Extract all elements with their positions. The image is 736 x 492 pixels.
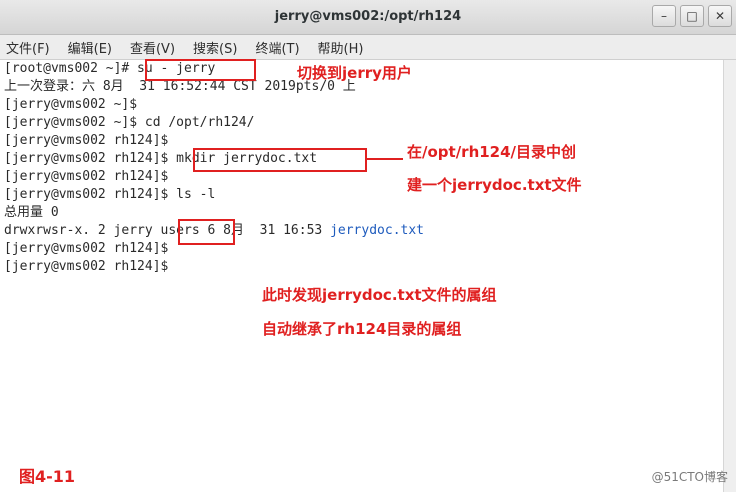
window-title: jerry@vms002:/opt/rh124 [274, 9, 462, 24]
annotation-switch-user: 切换到jerry用户 [297, 64, 412, 82]
group-highlight [178, 219, 235, 245]
menu-view[interactable]: 查看(V) [121, 38, 184, 57]
menu-search[interactable]: 搜索(S) [184, 38, 246, 57]
menu-help[interactable]: 帮助(H) [309, 38, 373, 57]
annotation-mkdir-line2: 建一个jerrydoc.txt文件 [407, 176, 582, 194]
menu-bar: 文件(F) 编辑(E) 查看(V) 搜索(S) 终端(T) 帮助(H) [0, 35, 736, 60]
annotation-group-line2: 自动继承了rh124目录的属组 [262, 320, 462, 338]
mkdir-command-highlight [193, 148, 367, 172]
menu-edit[interactable]: 编辑(E) [59, 38, 121, 57]
minimize-button[interactable]: – [652, 5, 676, 27]
annotation-connector [365, 158, 403, 160]
close-icon: ✕ [714, 9, 726, 23]
annotation-mkdir-line1: 在/opt/rh124/目录中创 [407, 143, 577, 161]
terminal-line: [jerry@vms002 ~]$ [4, 97, 138, 112]
terminal-line: [jerry@vms002 rh124]$ ls -l [4, 187, 216, 202]
terminal-line: [jerry@vms002 rh124]$ [4, 241, 169, 256]
terminal-line: [jerry@vms002 rh124]$ [4, 169, 169, 184]
window-controls: – □ ✕ [652, 5, 732, 27]
watermark: @51CTO博客 [651, 470, 728, 484]
listing-filename: jerrydoc.txt [330, 223, 424, 238]
annotation-group-line1: 此时发现jerrydoc.txt文件的属组 [262, 286, 497, 304]
maximize-button[interactable]: □ [680, 5, 704, 27]
figure-label: 图4-11 [19, 467, 76, 486]
menu-terminal[interactable]: 终端(T) [246, 38, 308, 57]
terminal-output[interactable]: [root@vms002 ~]# su - jerry 上一次登录：六 8月 3… [0, 60, 724, 492]
terminal-scrollbar[interactable] [723, 60, 736, 492]
close-button[interactable]: ✕ [708, 5, 732, 27]
listing-prefix: drwxrwsr-x. 2 jerry users 6 8月 31 16:53 [4, 223, 331, 238]
su-command-highlight [145, 59, 256, 81]
menu-file[interactable]: 文件(F) [0, 38, 59, 57]
minimize-icon: – [661, 9, 667, 23]
terminal-line: 总用量 0 [4, 205, 59, 220]
title-bar: jerry@vms002:/opt/rh124 – □ ✕ [0, 0, 736, 35]
maximize-icon: □ [686, 9, 698, 23]
terminal-line: [jerry@vms002 rh124]$ [4, 133, 169, 148]
terminal-line: [jerry@vms002 ~]$ cd /opt/rh124/ [4, 115, 255, 130]
terminal-line: [jerry@vms002 rh124]$ [4, 259, 169, 274]
